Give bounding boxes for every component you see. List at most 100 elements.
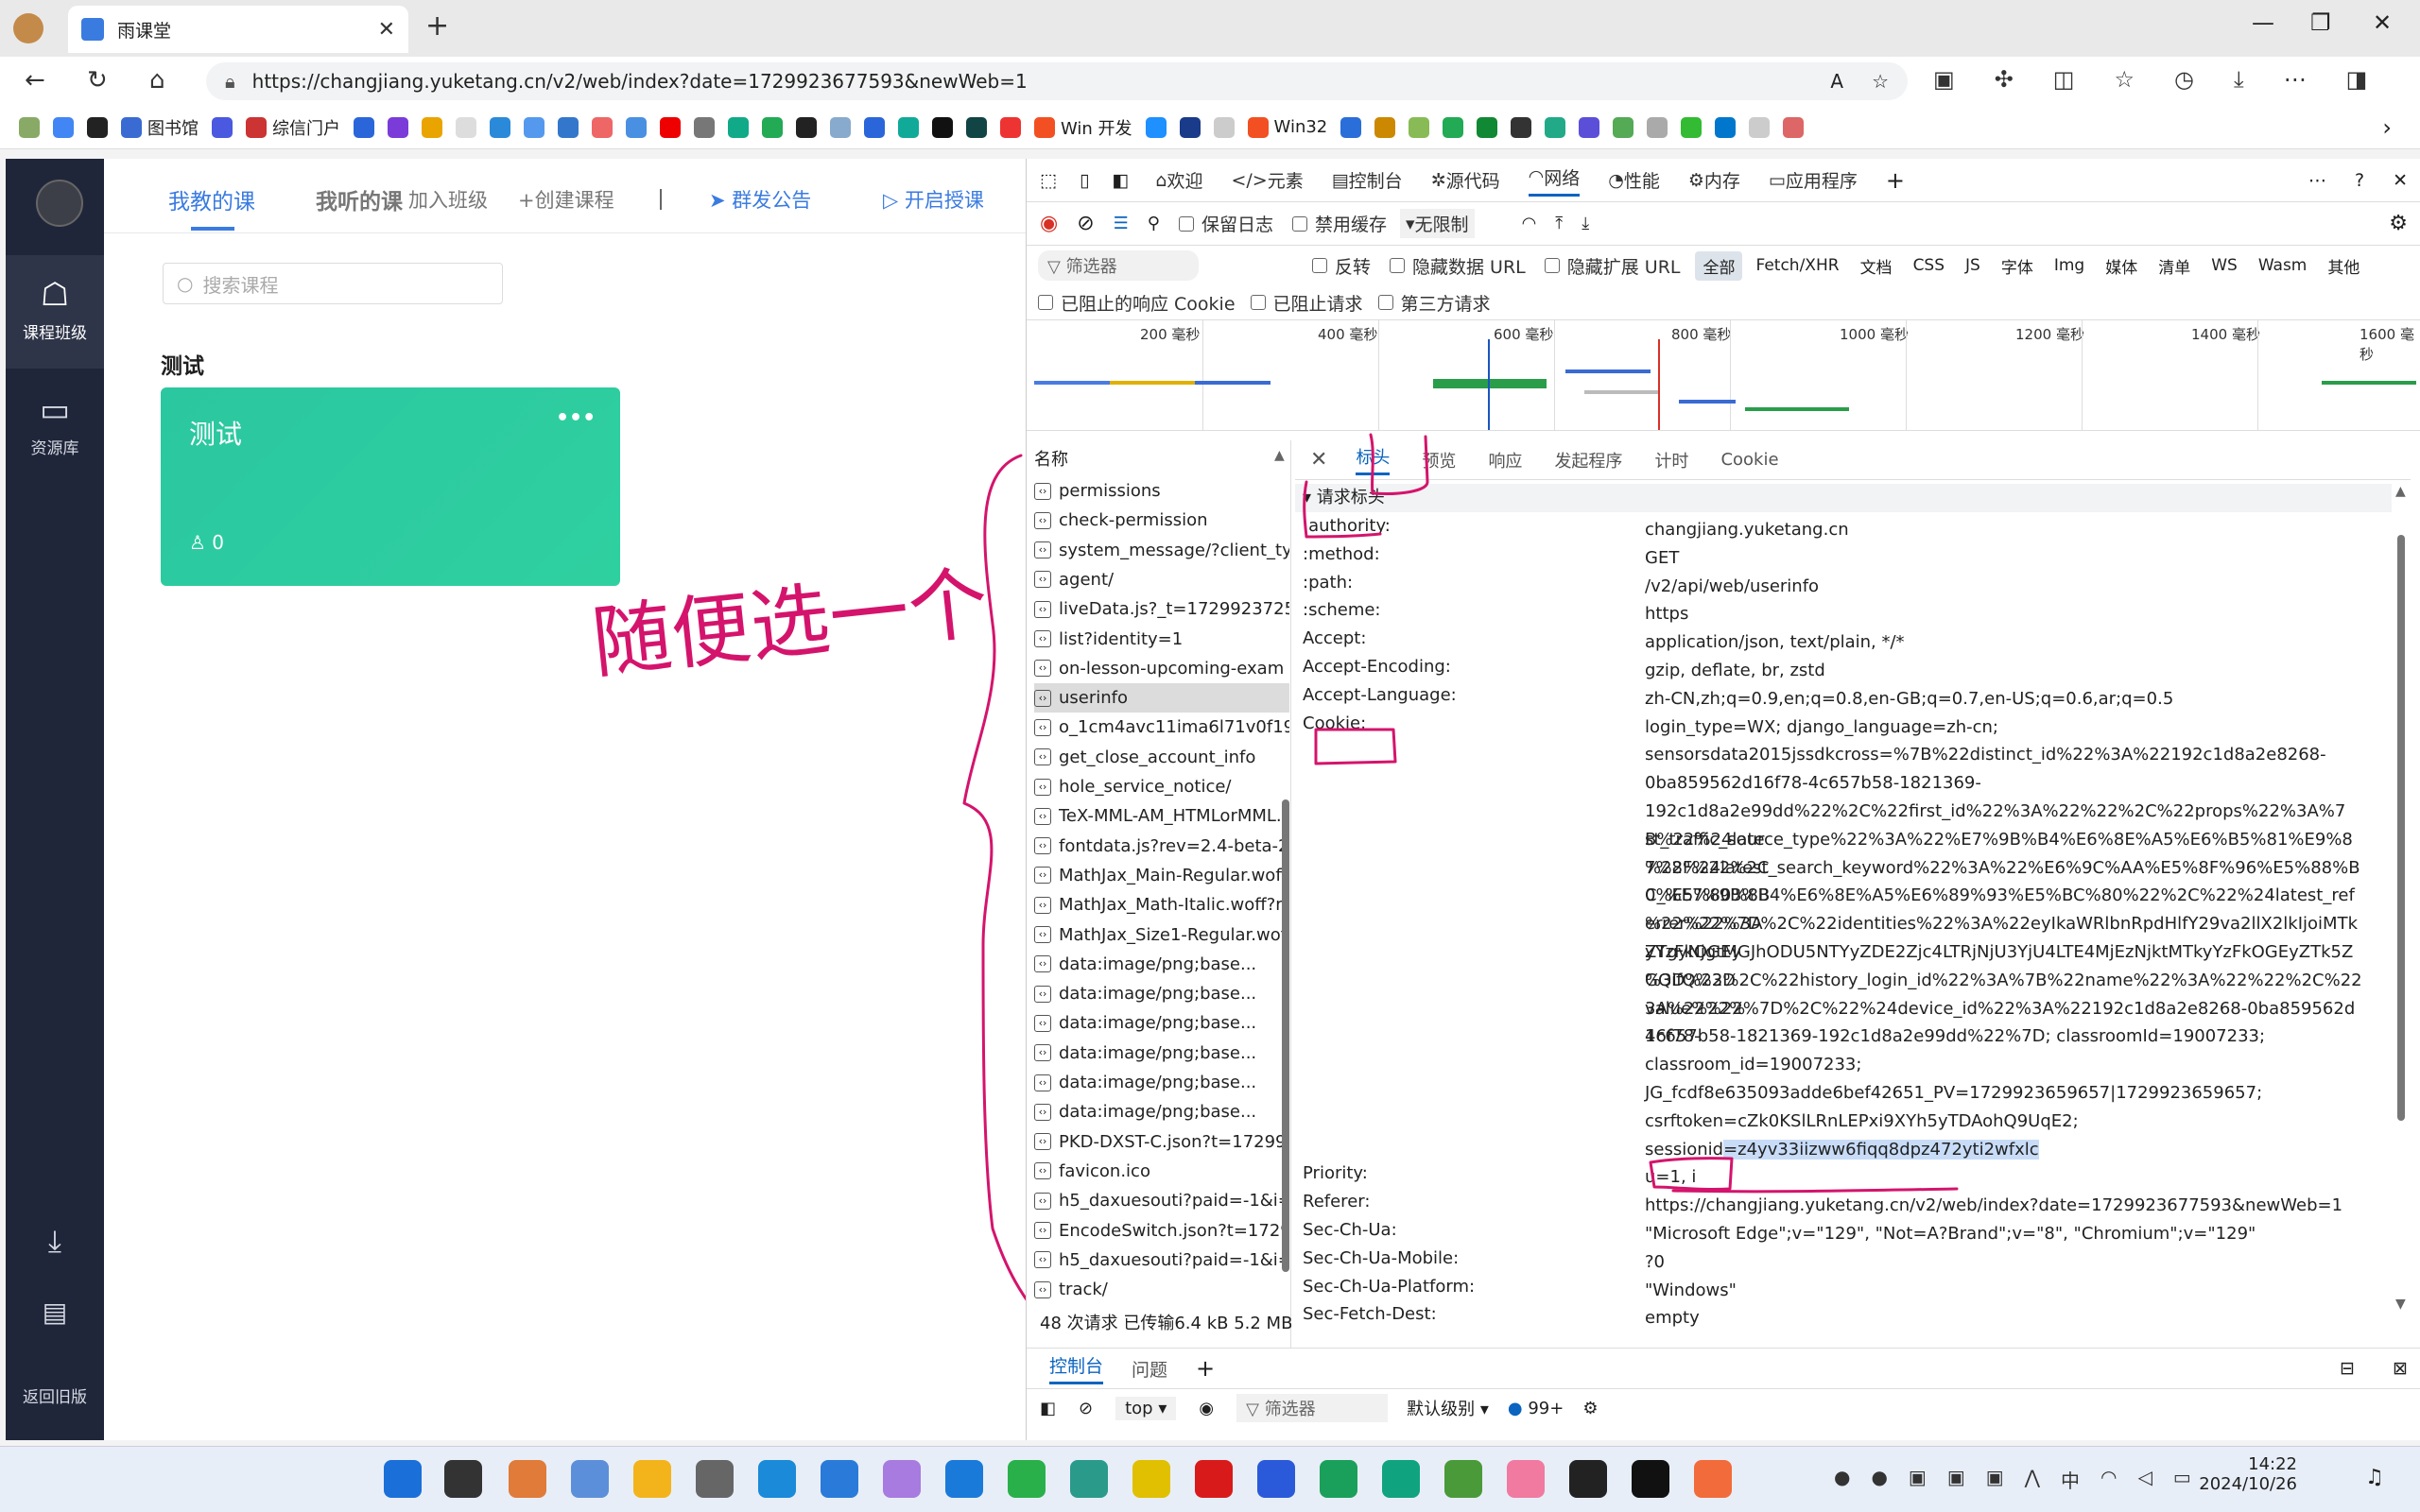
bookmark-portal[interactable]: 综信门户 [246,115,340,140]
read-aloud-icon[interactable]: A [1830,70,1843,93]
clear-console-icon[interactable]: ⊘ [1079,1399,1093,1418]
request-row[interactable]: ‹› get_close_account_info [1034,743,1289,772]
request-row[interactable]: ‹› MathJax_Size1-Regular.woff... [1034,920,1289,950]
bilibili-icon[interactable] [1507,1460,1545,1498]
postman-icon[interactable] [1694,1460,1732,1498]
request-row[interactable]: ‹› data:image/png;base... [1034,1008,1289,1038]
request-row[interactable]: ‹› data:image/png;base... [1034,1068,1289,1097]
search-input[interactable]: ○ 搜索课程 [163,263,503,304]
details-scrollbar[interactable] [2397,535,2405,1121]
start-class-button[interactable]: ▷ 开启授课 [883,185,984,214]
wifi-icon[interactable]: ◠ [2100,1466,2117,1493]
settings-icon[interactable]: ⚙ [2389,212,2408,235]
tray-icon[interactable]: ▣ [1947,1466,1965,1493]
request-row[interactable]: ‹› data:image/png;base... [1034,950,1289,979]
details-scroll-up-icon[interactable]: ▲ [2395,484,2406,499]
bookmarks-more-icon[interactable]: › [2382,114,2392,141]
download-app-icon[interactable]: ⤓ [6,1223,104,1260]
avatar[interactable] [36,180,83,227]
tab-welcome[interactable]: ⌂ 欢迎 [1155,167,1202,193]
chatgpt-icon[interactable] [1382,1460,1420,1498]
refresh-icon[interactable]: ↻ [87,66,108,94]
dock-drawer-icon[interactable]: ⊟ [2340,1358,2355,1379]
dock-icon[interactable]: ◧ [1112,170,1129,191]
browser-tab[interactable]: 雨课堂 ✕ [68,6,408,53]
tab-network[interactable]: ◠ 网络 [1528,164,1581,197]
qq-icon[interactable] [1632,1460,1669,1498]
favorites-icon[interactable]: ☆ [2114,66,2135,93]
clear-icon[interactable]: ⊘ [1077,212,1094,235]
sidebar-icon[interactable]: ◧ [1040,1399,1056,1418]
throttle-select[interactable]: ▾ 无限制 [1400,209,1475,238]
type-filter-manifest[interactable]: 清单 [2151,251,2198,281]
details-scroll-down-icon[interactable]: ▼ [2395,1297,2406,1312]
name-column-header[interactable]: 名称 [1034,446,1068,471]
tray-icon[interactable]: ▣ [1909,1466,1927,1493]
type-filter-font[interactable]: 字体 [1994,251,2041,281]
tray-icon[interactable]: ▣ [1986,1466,2004,1493]
tab-application[interactable]: ▭ 应用程序 [1769,167,1858,193]
close-tab-icon[interactable]: ✕ [378,18,395,42]
minimize-icon[interactable]: — [2252,9,2274,36]
request-row[interactable]: ‹› PKD-DXST-C.json?t=172992... [1034,1127,1289,1157]
new-tab-button[interactable]: + [425,9,449,43]
invert-checkbox[interactable]: 反转 [1312,253,1371,279]
type-filter-img[interactable]: Img [2047,253,2092,278]
close-window-icon[interactable]: ✕ [2373,9,2392,36]
third-party-checkbox[interactable]: 第三方请求 [1377,290,1491,316]
preserve-log-checkbox[interactable]: 保留日志 [1178,211,1273,236]
tab-performance[interactable]: ◔ 性能 [1608,167,1660,193]
type-filter-wasm[interactable]: Wasm [2251,253,2315,278]
youdao-icon[interactable] [1195,1460,1233,1498]
message-count[interactable]: ● 99+ [1508,1399,1564,1418]
tab-sources[interactable]: ✲ 源代码 [1431,167,1500,193]
blocked-request-checkbox[interactable]: 已阻止请求 [1250,290,1363,316]
context-select[interactable]: top ▾ [1115,1396,1177,1420]
cat-app-icon[interactable] [883,1460,921,1498]
drawer-tab-console[interactable]: 控制台 [1049,1352,1104,1384]
type-filter-media[interactable]: 媒体 [2098,251,2145,281]
copilot-icon[interactable] [509,1460,546,1498]
camera-app-icon[interactable] [1070,1460,1108,1498]
console-settings-icon[interactable]: ⚙ [1582,1399,1598,1418]
tab-console[interactable]: ▤ 控制台 [1332,167,1403,193]
disable-cache-checkbox[interactable]: 禁用缓存 [1291,211,1387,236]
type-filter-css[interactable]: CSS [1906,253,1952,278]
close-devtools-icon[interactable]: ✕ [2393,170,2408,191]
tray-icon[interactable]: ⋀ [2025,1466,2040,1493]
music-app-icon[interactable] [1132,1460,1170,1498]
request-row[interactable]: ‹› EncodeSwitch.json?t=17299... [1034,1216,1289,1246]
sidebar-toggle-icon[interactable]: ◨ [2346,66,2368,93]
list-scrollbar[interactable] [1282,799,1289,1272]
tray-icon[interactable]: ● [1834,1466,1850,1493]
sidebar-item-courses[interactable]: ☖ 课程班级 [6,255,104,369]
record-icon[interactable]: ◉ [1040,212,1058,235]
app-icon[interactable] [1257,1460,1295,1498]
eye-icon[interactable]: ◉ [1199,1399,1214,1418]
request-row[interactable]: ‹› permissions [1034,476,1289,506]
type-filter-ws[interactable]: WS [2204,253,2245,278]
course-card[interactable]: 测试 ••• ♙ 0 [161,387,620,586]
back-to-old-version-link[interactable]: 返回旧版 [6,1383,104,1407]
request-row[interactable]: ‹› fontdata.js?rev=2.4-beta-2 [1034,832,1289,861]
history-icon[interactable]: ◷ [2174,66,2194,93]
bookmark-win-dev[interactable]: Win 开发 [1034,115,1132,140]
photos-icon[interactable] [571,1460,609,1498]
device-icon[interactable]: ▯ [1080,170,1089,191]
more-icon[interactable]: ⋯ [2308,170,2326,191]
request-row[interactable]: ‹› userinfo [1034,683,1289,713]
tab-memory[interactable]: ⚙ 内存 [1688,167,1740,193]
drawer-tab-issues[interactable]: 问题 [1132,1356,1167,1382]
blocked-cookie-checkbox[interactable]: 已阻止的响应 Cookie [1038,290,1236,316]
back-icon[interactable]: ← [25,66,45,94]
sidebar-item-resources[interactable]: ▭ 资源库 [6,391,104,458]
home-icon[interactable]: ⌂ [149,66,165,94]
type-filter-all[interactable]: 全部 [1695,250,1743,281]
extension-icon[interactable]: ▣ [1933,66,1955,93]
split-screen-icon[interactable]: ◫ [2053,66,2075,93]
tab-teaching-courses[interactable]: 我教的课 [168,183,255,215]
request-row[interactable]: ‹› h5_daxuesouti?paid=-1&i=... [1034,1246,1289,1275]
join-class-button[interactable]: 加入班级 [408,185,488,214]
request-row[interactable]: ‹› check-permission [1034,506,1289,535]
type-filter-xhr[interactable]: Fetch/XHR [1748,253,1846,278]
